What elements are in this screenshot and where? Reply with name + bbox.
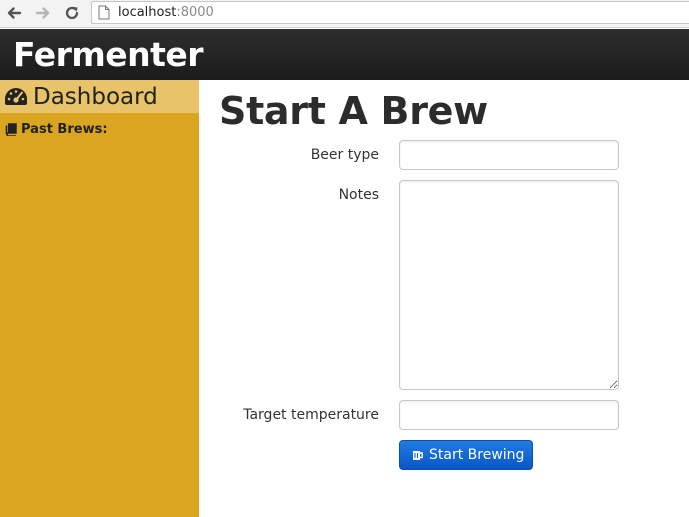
browser-toolbar: localhost:8000: [0, 0, 689, 28]
address-bar[interactable]: localhost:8000: [91, 1, 689, 24]
reload-button[interactable]: [62, 3, 82, 23]
sidebar-item-label: Dashboard: [33, 84, 158, 110]
page-icon: [98, 5, 110, 20]
sidebar-item-dashboard[interactable]: Dashboard: [0, 80, 199, 113]
url-host: localhost: [118, 5, 177, 20]
dashboard-gauge-icon: [5, 88, 27, 105]
beer-type-label: Beer type: [310, 147, 379, 163]
url-port: :8000: [176, 5, 214, 20]
app-navbar: Fermenter: [0, 29, 689, 80]
sidebar-item-past-brews: Past Brews:: [5, 121, 108, 137]
target-temperature-input[interactable]: [399, 400, 619, 430]
notes-textarea[interactable]: [399, 180, 619, 390]
target-temperature-label: Target temperature: [243, 407, 379, 423]
forward-button[interactable]: [33, 3, 53, 23]
reload-icon: [65, 6, 79, 20]
sidebar: Dashboard Past Brews:: [0, 80, 199, 517]
url-text: localhost:8000: [118, 5, 214, 20]
back-button[interactable]: [4, 3, 24, 23]
brand-link[interactable]: Fermenter: [13, 34, 204, 76]
sidebar-item-label: Past Brews:: [21, 121, 108, 137]
arrow-right-icon: [35, 7, 50, 19]
start-brewing-label: Start Brewing: [429, 447, 525, 463]
start-brewing-button[interactable]: Start Brewing: [399, 440, 533, 470]
beer-type-input[interactable]: [399, 140, 619, 170]
notes-label: Notes: [338, 187, 379, 203]
arrow-left-icon: [7, 7, 22, 19]
book-icon: [5, 122, 17, 136]
page-title: Start A Brew: [219, 89, 488, 133]
beer-mug-icon: [413, 451, 423, 460]
